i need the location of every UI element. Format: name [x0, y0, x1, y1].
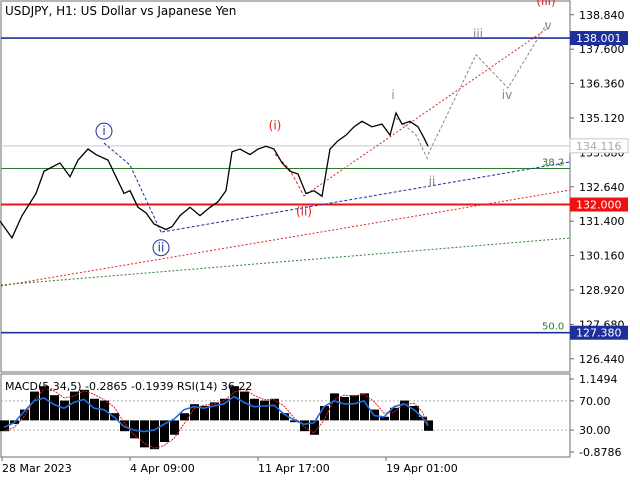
price-tick-label: 128.920 — [579, 284, 625, 297]
fib-level-label: 38.2 — [542, 157, 564, 168]
level-price-label: 127.380 — [576, 327, 622, 340]
macd-bar — [80, 389, 89, 421]
time-tick-label: 28 Mar 2023 — [2, 462, 72, 475]
fib-level-label: 50.0 — [542, 322, 564, 333]
indicator-label: MACD(5,34,5) -0.2865 -0.1939 RSI(14) 36.… — [5, 380, 252, 393]
macd-bar — [350, 395, 359, 421]
wave-label: (i) — [269, 119, 282, 133]
macd-bar — [140, 420, 149, 448]
wave-label: (ii) — [296, 205, 312, 219]
time-tick-label: 4 Apr 09:00 — [130, 462, 195, 475]
time-tick-label: 11 Apr 17:00 — [258, 462, 330, 475]
indicator-tick-label: 70.00 — [579, 395, 611, 408]
indicator-tick-label: 1.1494 — [579, 373, 618, 386]
price-tick-label: 131.400 — [579, 215, 625, 228]
macd-bar — [240, 391, 249, 421]
macd-bar — [60, 400, 69, 421]
macd-bar — [150, 420, 159, 450]
main-panel-frame — [0, 0, 571, 373]
wave-label: (iii) — [536, 0, 555, 8]
macd-bar — [270, 398, 279, 421]
price-tick-label: 130.160 — [579, 250, 625, 263]
macd-bar — [330, 393, 339, 421]
current-price-label: 134.116 — [576, 140, 622, 153]
indicator-tick-label: 30.00 — [579, 424, 611, 437]
macd-bar — [340, 396, 349, 421]
price-tick-label: 138.840 — [579, 9, 625, 22]
wave-label: i — [102, 124, 105, 138]
macd-bar — [70, 391, 79, 421]
macd-bar — [180, 413, 189, 421]
macd-bar — [120, 420, 129, 432]
price-tick-label: 136.360 — [579, 78, 625, 91]
wave-label: iii — [473, 27, 483, 41]
wave-label: iv — [502, 88, 512, 102]
macd-bar — [50, 395, 59, 421]
indicator-tick-label: -0.8786 — [579, 446, 621, 459]
wave-label: ii — [158, 241, 165, 255]
level-price-label: 132.000 — [576, 199, 622, 212]
price-tick-label: 126.440 — [579, 353, 625, 366]
price-tick-label: 132.640 — [579, 181, 625, 194]
macd-bar — [320, 405, 329, 421]
chart-canvas[interactable]: 38.250.0 iii(i)(ii)(iii)iiiiiiivv 138.84… — [0, 0, 640, 480]
time-tick-label: 19 Apr 01:00 — [386, 462, 458, 475]
macd-bar — [30, 391, 39, 421]
macd-bar — [260, 400, 269, 421]
macd-bar — [90, 398, 99, 421]
macd-bar — [250, 398, 259, 421]
price-tick-label: 137.600 — [579, 43, 625, 56]
wave-label: ii — [429, 174, 436, 188]
chart-title: USDJPY, H1: US Dollar vs Japanese Yen — [5, 4, 236, 18]
wave-label: v — [544, 19, 551, 33]
level-price-label: 138.001 — [576, 32, 622, 45]
wave-label: i — [391, 88, 394, 102]
price-tick-label: 135.120 — [579, 112, 625, 125]
